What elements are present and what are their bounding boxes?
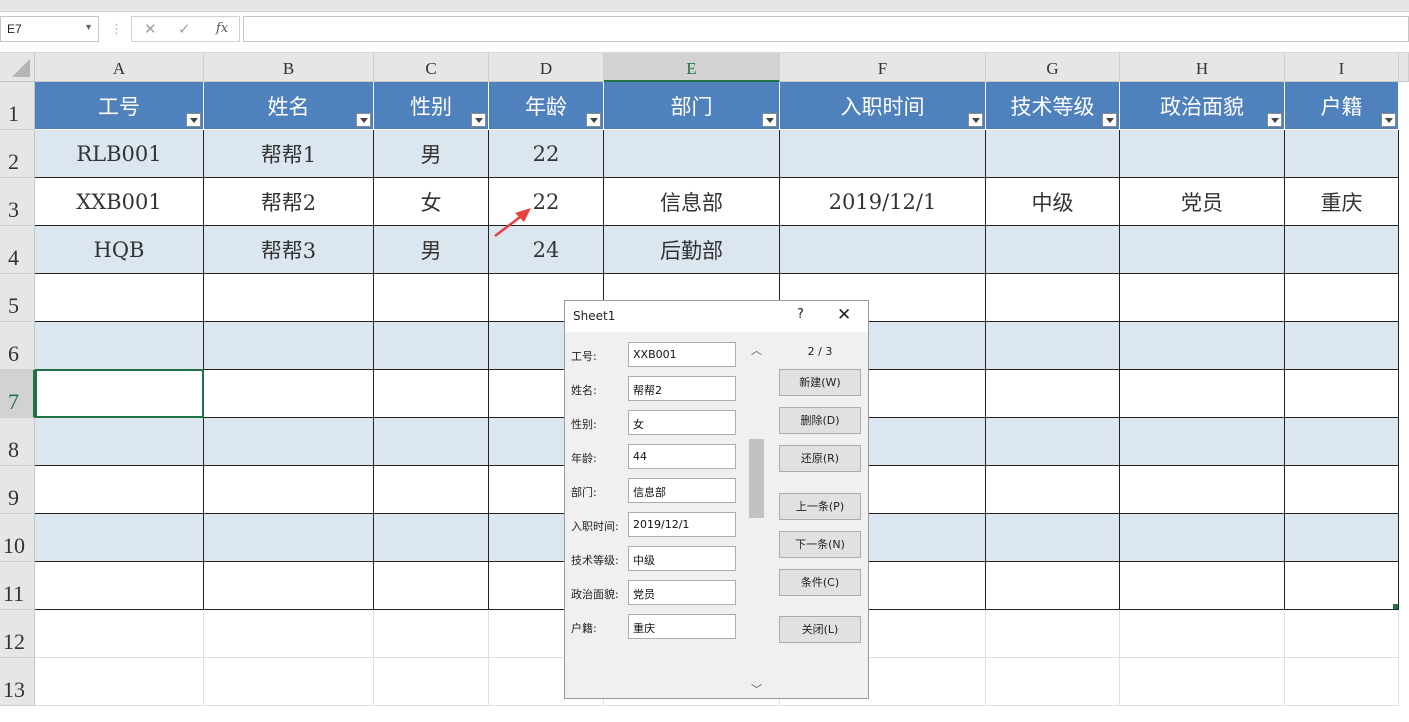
delete-button[interactable]: 删除(D) xyxy=(779,407,861,434)
field-label: 部门: xyxy=(571,486,597,499)
scroll-thumb[interactable] xyxy=(749,439,764,518)
field-label: 工号: xyxy=(571,350,597,363)
chevron-down-icon[interactable]: ﹀ xyxy=(751,681,762,697)
restore-button[interactable]: 还原(R) xyxy=(779,445,861,472)
field-label: 姓名: xyxy=(571,384,597,397)
prev-record-button[interactable]: 上一条(P) xyxy=(779,493,861,520)
field-input[interactable]: 女 xyxy=(628,410,736,435)
field-label: 政治面貌: xyxy=(571,588,619,601)
field-input[interactable]: 党员 xyxy=(628,580,736,605)
record-scrollbar[interactable]: ︿ ﹀ xyxy=(748,339,765,700)
field-input[interactable]: 44 xyxy=(628,444,736,469)
field-input[interactable]: 帮帮2 xyxy=(628,376,736,401)
help-icon[interactable]: ? xyxy=(797,307,804,322)
next-record-button[interactable]: 下一条(N) xyxy=(779,531,861,558)
field-label: 性别: xyxy=(571,418,597,431)
field-input[interactable]: 中级 xyxy=(628,546,736,571)
field-input[interactable]: 重庆 xyxy=(628,614,736,639)
field-label: 户籍: xyxy=(571,622,597,635)
dialog-title: Sheet1 xyxy=(573,309,616,323)
field-label: 技术等级: xyxy=(571,554,619,567)
dialog-titlebar: Sheet1 ? ✕ xyxy=(565,301,868,332)
field-input[interactable]: XXB001 xyxy=(628,342,736,367)
close-icon[interactable]: ✕ xyxy=(837,305,851,325)
field-input[interactable]: 2019/12/1 xyxy=(628,512,736,537)
record-position: 2 / 3 xyxy=(807,345,833,358)
close-button[interactable]: 关闭(L) xyxy=(779,616,861,643)
data-form-dialog: Sheet1 ? ✕ 工号: XXB001 姓名: 帮帮2 性别: 女年龄: 44 部门: 信息… xyxy=(564,300,869,699)
criteria-button[interactable]: 条件(C) xyxy=(779,569,861,596)
field-label: 年龄: xyxy=(571,452,597,465)
chevron-up-icon[interactable]: ︿ xyxy=(751,342,762,358)
field-label: 入职时间: xyxy=(571,520,619,533)
field-input[interactable]: 信息部 xyxy=(628,478,736,503)
new-record-button[interactable]: 新建(W) xyxy=(779,369,861,396)
